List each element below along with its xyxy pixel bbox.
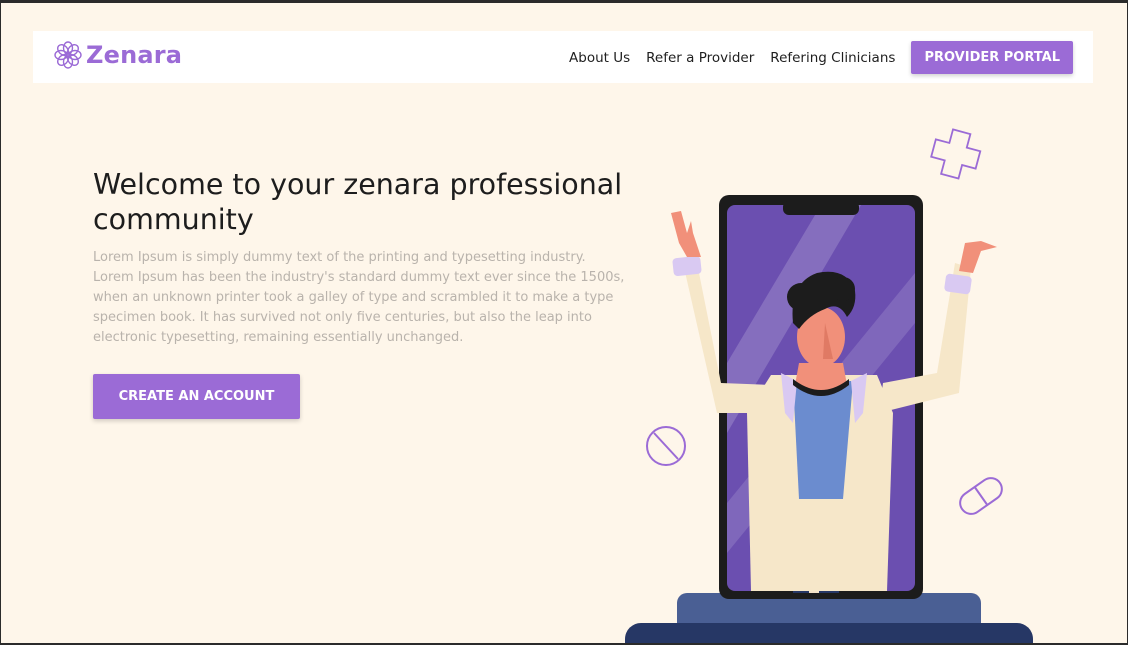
doctor-in-phone-illustration xyxy=(625,128,1033,643)
nav-link-about-us[interactable]: About Us xyxy=(569,50,630,66)
capsule-icon xyxy=(959,477,1003,515)
nav-link-refer-provider[interactable]: Refer a Provider xyxy=(646,50,754,66)
phone-notch xyxy=(783,201,859,215)
pill-round-icon xyxy=(646,426,686,466)
pedestal-base xyxy=(625,623,1033,643)
hero-description: Lorem Ipsum is simply dummy text of the … xyxy=(93,250,625,345)
page: Zenara About Us Refer a Provider Referin… xyxy=(0,3,1127,643)
nav-links: About Us Refer a Provider Refering Clini… xyxy=(569,41,1073,74)
flower-logo-icon xyxy=(54,41,82,69)
nav-link-refering-clinicians[interactable]: Refering Clinicians xyxy=(770,50,895,66)
medical-cross-icon xyxy=(930,128,982,180)
create-account-button[interactable]: CREATE AN ACCOUNT xyxy=(93,374,300,419)
top-navbar: Zenara About Us Refer a Provider Referin… xyxy=(33,31,1093,83)
brand-name: Zenara xyxy=(86,41,183,69)
provider-portal-button[interactable]: PROVIDER PORTAL xyxy=(911,41,1073,74)
hero-title: Welcome to your zenara professional comm… xyxy=(93,168,623,236)
brand-logo[interactable]: Zenara xyxy=(53,40,182,70)
